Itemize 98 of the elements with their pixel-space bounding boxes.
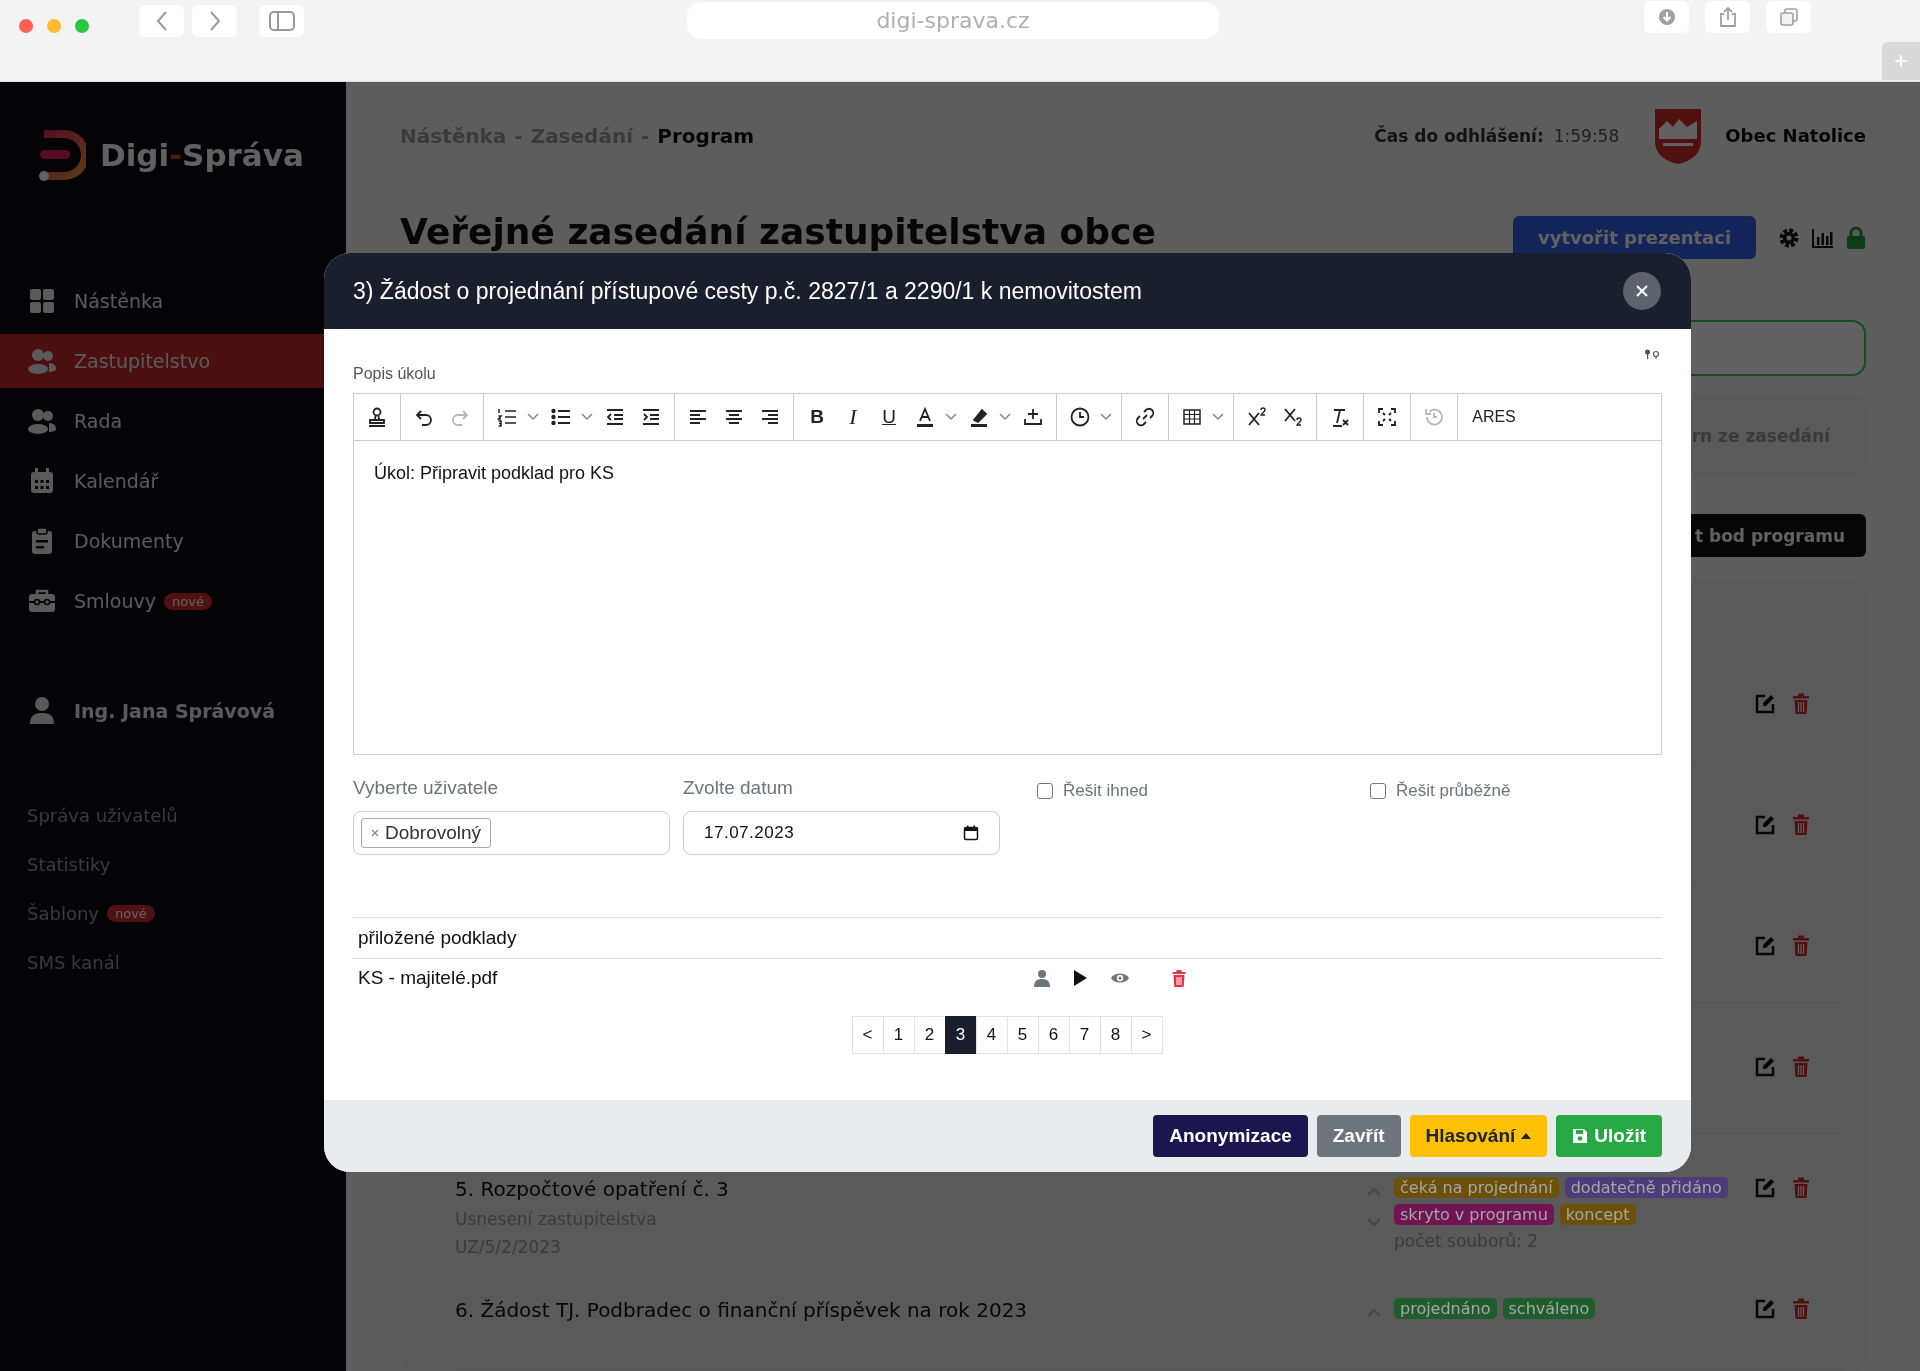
breadcrumb-separator: - [641,123,650,148]
checkbox[interactable] [1370,783,1386,799]
new-badge: nové [106,905,155,922]
date-field[interactable]: 17.07.2023 [683,811,1000,855]
trash-icon[interactable] [1792,1177,1810,1199]
field-label: Popis úkolu [353,365,437,384]
file-name[interactable]: KS - majitelé.pdf [358,967,1034,989]
sidebar-icon[interactable] [268,10,295,31]
users-icon [28,348,56,374]
trash-icon[interactable] [1792,1056,1810,1078]
lock-icon[interactable] [1846,225,1866,250]
forward-button[interactable] [192,4,237,37]
close-window-icon[interactable] [19,18,33,33]
page-link[interactable]: < [851,1016,884,1054]
grid-icon [28,288,56,314]
status-tag: schváleno [1502,1298,1596,1319]
edit-icon[interactable] [1754,1056,1776,1078]
trash-icon[interactable] [1792,814,1810,836]
user-icon [30,696,54,726]
trash-icon[interactable] [1172,969,1186,987]
checkbox[interactable] [1037,783,1053,799]
logo-icon [36,128,86,182]
download-button[interactable] [1644,0,1689,33]
dialog-title: 3) Žádost o projednání přístupové cesty p.č. 2827/1 a 2290/1 k nemovitostem [353,277,1142,305]
eye-icon[interactable] [1110,971,1130,985]
logout-label: Čas do odhlášení: [1374,125,1544,146]
tabs-button[interactable] [1766,0,1811,33]
underline-button[interactable]: U [871,397,907,437]
edit-icon[interactable] [1754,1177,1776,1199]
status-tag: dodatečně přidáno [1564,1177,1728,1198]
maximize-window-icon[interactable] [75,18,89,33]
pins-icon[interactable] [1644,349,1660,359]
field-label: Vyberte uživatele [353,777,500,799]
chart-icon[interactable] [1812,227,1834,248]
voting-button[interactable]: Hlasování [1409,1115,1548,1157]
edit-icon[interactable] [1754,693,1776,715]
back-button[interactable] [139,4,184,37]
minimize-window-icon[interactable] [47,18,61,33]
new-badge: nové [164,592,212,610]
item-title: 5. Rozpočtové opatření č. 3 [455,1177,730,1201]
share-button[interactable] [1705,0,1750,33]
chevron-left-icon[interactable] [154,9,169,32]
edit-icon[interactable] [1754,814,1776,836]
close-button[interactable] [1623,272,1661,310]
close-icon[interactable] [1636,285,1648,297]
edit-icon[interactable] [1754,1298,1776,1320]
item-title: 6. Žádost TJ. Podbradec o finanční příspěvek na rok 2023 [455,1298,1029,1322]
logo-text: Digi-Správa [100,137,304,173]
user-icon[interactable] [1034,969,1050,987]
tabs-icon[interactable] [1778,6,1799,27]
user-select[interactable]: Dobrovolný [353,811,670,855]
page-link[interactable]: 4 [975,1016,1008,1054]
logout-timer: 1:59:58 [1553,125,1620,146]
page-link[interactable]: > [1130,1016,1163,1054]
users-icon [28,408,56,434]
field-label: Zvolte datum [683,777,794,799]
share-icon[interactable] [1718,5,1737,28]
anonymize-button[interactable]: Anonymizace [1153,1115,1308,1157]
calendar-icon [28,468,56,494]
user-chip[interactable]: Dobrovolný [361,818,492,848]
page-link[interactable]: 6 [1037,1016,1070,1054]
trash-icon[interactable] [1792,935,1810,957]
rich-text-editor[interactable]: B I U ARES Úkol: Připravit podklad pro KS [353,393,1662,755]
trash-icon[interactable] [1792,693,1810,715]
caret-up-icon[interactable] [1521,1133,1532,1139]
page-link[interactable]: 2 [913,1016,946,1054]
trash-icon[interactable] [1792,1298,1810,1320]
settings-icon[interactable] [1778,226,1800,249]
save-icon[interactable] [1572,1128,1589,1144]
bold-button[interactable]: B [799,397,835,437]
status-tag: čeká na projednání [1394,1177,1559,1198]
status-tag: projednáno [1394,1298,1497,1319]
sidebar-toggle-button[interactable] [259,4,304,37]
page-link[interactable]: 1 [882,1016,915,1054]
page-title: Veřejné zasedání zastupitelstva obce [400,209,1156,254]
editor-text: Úkol: Připravit podklad pro KS [373,461,616,485]
status-tag: koncept [1559,1204,1636,1225]
ares-button[interactable]: ARES [1463,397,1525,437]
checkbox-label: Řešit ihned [1063,781,1149,801]
calendar-icon[interactable] [963,825,979,841]
page-link[interactable]: 3 [944,1016,977,1054]
page-link[interactable]: 8 [1099,1016,1132,1054]
briefcase-icon [28,589,56,613]
play-icon[interactable] [1072,969,1088,987]
status-tag: skryto v programu [1394,1204,1554,1225]
table-header: přiložené podklady [353,917,1662,959]
page-link[interactable]: 7 [1068,1016,1101,1054]
edit-icon[interactable] [1754,935,1776,957]
page-link[interactable]: 5 [1006,1016,1039,1054]
italic-button[interactable]: I [835,397,871,437]
coat-of-arms-icon [1653,106,1704,165]
close-button[interactable]: Zavřít [1316,1115,1401,1157]
chevron-right-icon[interactable] [207,9,222,32]
remove-icon[interactable] [371,829,379,837]
checkbox-label: Řešit průběžně [1396,781,1511,801]
download-icon[interactable] [1656,6,1677,27]
breadcrumb-separator: - [514,123,523,148]
municipality-name: Obec Natolice [1725,125,1866,147]
